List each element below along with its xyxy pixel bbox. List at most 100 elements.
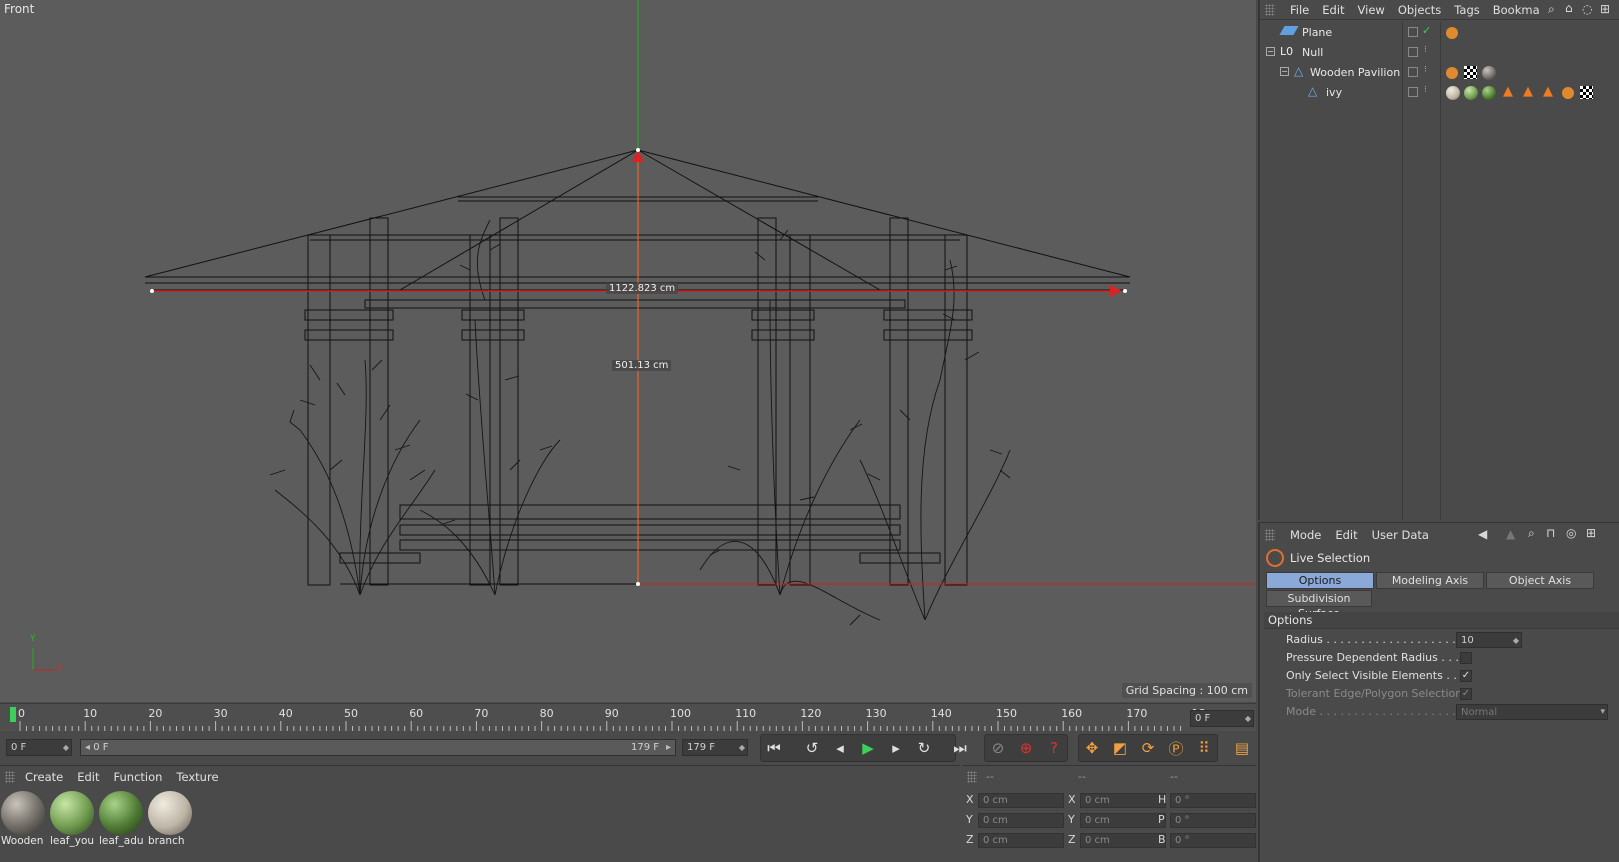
position-y-field[interactable]: 0 cm (978, 813, 1064, 828)
next-frame-button[interactable]: ▸ (884, 736, 908, 760)
current-frame-field[interactable]: 0 F ◆ (1190, 710, 1254, 727)
menu-create[interactable]: Create (25, 770, 63, 784)
tag-phong-icon[interactable] (1446, 67, 1458, 79)
go-to-start-button[interactable]: ⏮ (762, 736, 786, 760)
tag-material-icon[interactable] (1482, 66, 1496, 80)
tag-selection-icon[interactable]: ▲ (1503, 84, 1513, 99)
collapse-icon[interactable]: − (1266, 47, 1275, 56)
dots-icon[interactable]: ⁝ (1424, 45, 1427, 55)
tab-object-axis[interactable]: Object Axis (1486, 572, 1594, 589)
eye-icon[interactable]: ◌ (1582, 2, 1592, 16)
menu-edit[interactable]: Edit (1322, 3, 1344, 17)
dots-icon[interactable]: ⁝ (1424, 65, 1427, 75)
autokey-button[interactable]: ? (1042, 736, 1066, 760)
menu-edit[interactable]: Edit (1335, 528, 1357, 542)
parameter-key-button[interactable]: Ⓟ (1164, 736, 1188, 760)
tag-uvw-icon[interactable] (1580, 86, 1593, 99)
mode-select[interactable]: Normal ▾ (1456, 704, 1608, 720)
visibility-toggle-icon[interactable] (1408, 67, 1418, 77)
object-row-ivy[interactable]: △ ivy ⁝ ▲ ▲ ▲ (1260, 83, 1619, 103)
tag-material-icon[interactable] (1482, 86, 1496, 100)
menu-tags[interactable]: Tags (1454, 3, 1479, 17)
prev-frame-button[interactable]: ◂ (828, 736, 852, 760)
new-window-icon[interactable]: ⊞ (1600, 2, 1610, 16)
pavilion-wireframe (144, 0, 1256, 626)
tag-material-icon[interactable] (1446, 86, 1460, 100)
playhead-marker[interactable] (10, 707, 16, 722)
size-y-field[interactable]: 0 cm (1080, 813, 1166, 828)
tag-uvw-icon[interactable] (1464, 66, 1477, 79)
keyframe-button[interactable]: ⊘ (986, 736, 1010, 760)
menu-objects[interactable]: Objects (1398, 3, 1441, 17)
scale-key-button[interactable]: ◩ (1108, 736, 1132, 760)
tag-material-icon[interactable] (1464, 86, 1478, 100)
visibility-toggle-icon[interactable] (1408, 27, 1418, 37)
range-slider[interactable]: ◂ 0 F 179 F ▸ (80, 739, 676, 756)
panel-grip-icon[interactable] (1265, 529, 1275, 541)
tab-options[interactable]: Options (1266, 572, 1374, 589)
play-button[interactable]: ▶ (856, 736, 880, 760)
go-to-end-button[interactable]: ⏭ (948, 736, 972, 760)
menu-view[interactable]: View (1358, 3, 1385, 17)
menu-function[interactable]: Function (114, 770, 163, 784)
rotation-h-field[interactable]: 0 ° (1170, 793, 1256, 808)
up-arrow-icon[interactable]: ▲ (1506, 527, 1515, 541)
tag-selection-icon[interactable]: ▲ (1543, 84, 1553, 99)
viewport-front[interactable]: Front 1122.823 cm 501.13 cm Grid Spacing… (0, 0, 1256, 702)
prev-key-button[interactable]: ↺ (800, 736, 824, 760)
visible-elements-checkbox[interactable]: ✓ (1460, 670, 1472, 682)
end-frame-field[interactable]: 179 F ◆ (682, 739, 748, 756)
dots-icon[interactable]: ⁝ (1424, 85, 1427, 95)
position-z-field[interactable]: 0 cm (978, 833, 1064, 848)
start-frame-field[interactable]: 0 F ◆ (6, 739, 72, 756)
size-z-field[interactable]: 0 cm (1080, 833, 1166, 848)
menu-bookmarks[interactable]: Bookma (1493, 3, 1540, 17)
material-swatch[interactable]: leaf_you (50, 791, 94, 851)
rotate-key-button[interactable]: ⟳ (1136, 736, 1160, 760)
panel-grip-icon[interactable] (5, 771, 15, 783)
menu-mode[interactable]: Mode (1290, 528, 1321, 542)
menu-edit[interactable]: Edit (77, 770, 99, 784)
panel-grip-icon[interactable] (967, 771, 977, 783)
record-button[interactable]: ⊕ (1014, 736, 1038, 760)
point-level-button[interactable]: ⠿ (1192, 736, 1216, 760)
menu-user-data[interactable]: User Data (1372, 528, 1429, 542)
object-row-null[interactable]: − L0 Null ⁝ (1260, 43, 1619, 63)
radius-input[interactable]: 10 ◆ (1456, 632, 1522, 648)
object-row-wooden-pavilion[interactable]: − △ Wooden Pavilion ⁝ (1260, 63, 1619, 83)
material-swatch[interactable]: Wooden (1, 791, 45, 851)
size-x-field[interactable]: 0 cm (1080, 793, 1166, 808)
viewport-label[interactable]: Front (4, 2, 34, 16)
material-swatch[interactable]: leaf_adu (99, 791, 144, 851)
menu-file[interactable]: File (1290, 3, 1309, 17)
home-icon[interactable]: ⌂ (1565, 1, 1573, 15)
enabled-check-icon[interactable]: ✓ (1422, 24, 1431, 37)
menu-texture[interactable]: Texture (176, 770, 218, 784)
new-window-icon[interactable]: ⊞ (1586, 526, 1596, 540)
rotation-b-field[interactable]: 0 ° (1170, 833, 1256, 848)
tab-modeling-axis[interactable]: Modeling Axis (1376, 572, 1484, 589)
tag-phong-icon[interactable] (1562, 87, 1574, 99)
pressure-radius-checkbox[interactable] (1460, 652, 1472, 664)
object-row-plane[interactable]: Plane ✓ (1260, 23, 1619, 43)
next-key-button[interactable]: ↻ (912, 736, 936, 760)
rotation-p-field[interactable]: 0 ° (1170, 813, 1256, 828)
target-icon[interactable]: ◎ (1566, 526, 1576, 540)
tab-subdivision-surface[interactable]: Subdivision Surface (1266, 590, 1372, 620)
lock-icon[interactable]: ⊓ (1546, 526, 1555, 540)
search-icon[interactable]: ⌕ (1528, 526, 1535, 541)
timeline-button[interactable]: ▤ (1230, 736, 1254, 760)
tag-selection-icon[interactable]: ▲ (1523, 84, 1533, 99)
move-key-button[interactable]: ✥ (1080, 736, 1104, 760)
back-arrow-icon[interactable]: ◀ (1478, 527, 1487, 541)
tolerant-selection-checkbox[interactable]: ✓ (1460, 688, 1472, 700)
tag-phong-icon[interactable] (1446, 27, 1458, 39)
collapse-icon[interactable]: − (1280, 67, 1289, 76)
material-swatch[interactable]: branch (148, 791, 192, 851)
search-icon[interactable]: ⌕ (1548, 2, 1555, 17)
timeline-ruler[interactable]: 0 10 20 30 40 50 60 70 80 90 100 110 120 130 140 150 160… (0, 703, 1256, 731)
visibility-toggle-icon[interactable] (1408, 87, 1418, 97)
panel-grip-icon[interactable] (1265, 4, 1275, 16)
visibility-toggle-icon[interactable] (1408, 47, 1418, 57)
position-x-field[interactable]: 0 cm (978, 793, 1064, 808)
